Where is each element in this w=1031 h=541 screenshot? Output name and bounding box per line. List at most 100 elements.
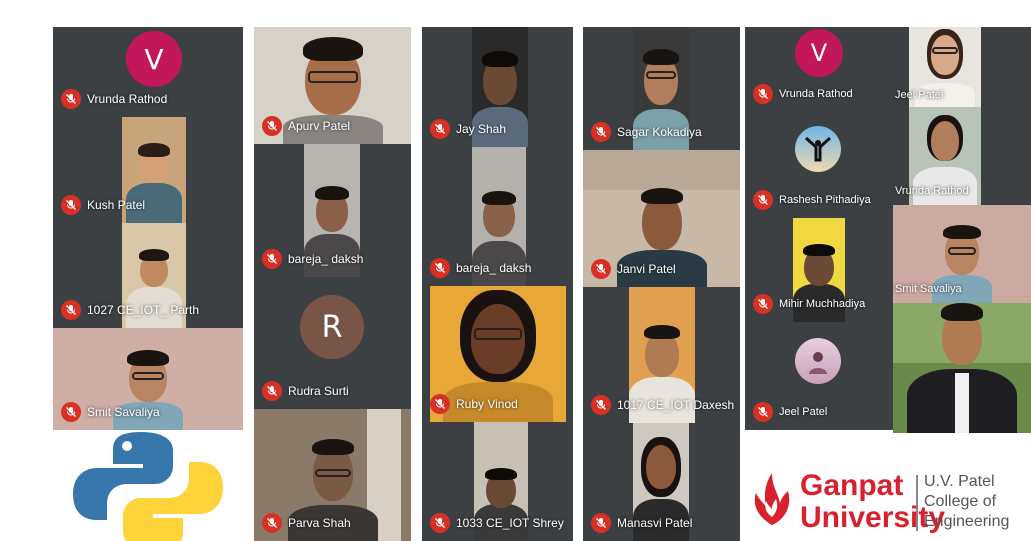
- college-name-line2: College of: [924, 493, 997, 510]
- participant-tile-jay-shah[interactable]: Jay Shah: [422, 27, 573, 147]
- participant-name: Jeel Patel: [779, 406, 828, 418]
- participant-label: Vrunda Rathod: [61, 89, 167, 109]
- participant-label: Kush Patel: [61, 195, 145, 215]
- participant-name: Sagar Kokadiya: [617, 125, 702, 139]
- participant-tile-rudra-surti[interactable]: R Rudra Surti: [254, 277, 411, 409]
- participant-label: Manasvi Patel: [591, 513, 692, 533]
- participant-name: Smit Savaliya: [87, 405, 160, 419]
- participant-tile-vrunda-rathod-2[interactable]: V Vrunda Rathod: [745, 27, 893, 112]
- participant-name: Smit Savaliya: [895, 283, 962, 295]
- participant-name: Apurv Patel: [288, 119, 351, 133]
- participant-name: bareja_ daksh: [288, 252, 364, 266]
- mic-off-icon: [262, 381, 282, 401]
- participant-tile-smit-savaliya[interactable]: Smit Savaliya: [53, 328, 243, 430]
- participant-tile-jeel-patel[interactable]: Jeel Patel: [745, 322, 893, 430]
- mic-off-icon: [753, 402, 773, 422]
- participant-label: 1033 CE_IOT Shrey: [430, 513, 564, 533]
- participant-tile-bareja-daksh-2[interactable]: bareja_ daksh: [422, 147, 573, 286]
- mic-off-icon: [753, 190, 773, 210]
- participant-name: Jay Shah: [456, 122, 507, 136]
- participant-tile-daxesh[interactable]: 1017 CE_IOT Daxesh: [583, 287, 740, 423]
- logo-divider: [916, 475, 918, 531]
- participant-name: Jeel Patel: [895, 89, 944, 101]
- university-logo: Ganpat University U.V. Patel College of …: [740, 433, 1031, 541]
- participant-tile-manasvi-patel[interactable]: Manasvi Patel: [583, 423, 740, 541]
- participant-tile-jeel-patel-2[interactable]: Jeel Patel: [893, 27, 1031, 107]
- mic-off-icon: [262, 513, 282, 533]
- mic-off-icon: [262, 116, 282, 136]
- participant-tile-janvi-patel[interactable]: Janvi Patel: [583, 150, 740, 287]
- participant-name: Vrunda Rathod: [779, 88, 853, 100]
- person-icon: [809, 352, 827, 374]
- profile-photo-silhouette: [795, 126, 841, 172]
- flame-logo-icon: [754, 473, 790, 525]
- python-logo: [53, 430, 243, 541]
- python-logo-icon: [73, 432, 223, 541]
- person-arms-up-icon: [804, 136, 832, 162]
- participant-tile-parva-shah[interactable]: Parva Shah: [254, 409, 411, 541]
- participant-label: Rashesh Pithadiya: [753, 190, 871, 210]
- college-name-line3: Engineering: [924, 513, 1010, 530]
- participant-label: Ruby Vinod: [430, 394, 518, 414]
- university-name-line1: Ganpat: [800, 469, 904, 502]
- mic-off-icon: [591, 122, 611, 142]
- participant-name: Vrunda Rathod: [895, 185, 969, 197]
- participant-tile-parth[interactable]: 1027 CE_IOT_ Parth: [53, 223, 243, 328]
- participant-name: Rashesh Pithadiya: [779, 194, 871, 206]
- mic-off-icon: [61, 89, 81, 109]
- participant-label: bareja_ daksh: [430, 258, 531, 278]
- participant-name: Parva Shah: [288, 516, 351, 530]
- mic-off-icon: [262, 249, 282, 269]
- participant-name: Janvi Patel: [617, 262, 676, 276]
- participant-name: Mihir Muchhadiya: [779, 298, 866, 310]
- participant-tile-bareja-daksh[interactable]: bareja_ daksh: [254, 144, 411, 277]
- participant-tile-sagar-kokadiya[interactable]: Sagar Kokadiya: [583, 27, 740, 150]
- mic-off-icon: [591, 259, 611, 279]
- participant-label: Apurv Patel: [262, 116, 350, 136]
- participant-label: bareja_ daksh: [262, 249, 363, 269]
- participant-tile-kush-patel[interactable]: Kush Patel: [53, 117, 243, 223]
- participant-name: Manasvi Patel: [617, 516, 693, 530]
- mic-off-icon: [61, 195, 81, 215]
- participant-label: Jeel Patel: [753, 402, 827, 422]
- participant-avatar: R: [300, 295, 364, 359]
- participant-tile-shrey[interactable]: 1033 CE_IOT Shrey: [422, 422, 573, 541]
- mic-off-icon: [430, 258, 450, 278]
- participant-tile-vrunda-rathod[interactable]: V Vrunda Rathod: [53, 27, 243, 117]
- participant-label: Smit Savaliya: [61, 402, 160, 422]
- participant-label: Mihir Muchhadiya: [753, 294, 865, 314]
- participant-label: 1017 CE_IOT Daxesh: [591, 395, 734, 415]
- participant-tile-mihir-muchhadiya[interactable]: Mihir Muchhadiya: [745, 218, 893, 322]
- mic-off-icon: [430, 119, 450, 139]
- mic-off-icon: [591, 513, 611, 533]
- participant-name: Rudra Surti: [288, 384, 349, 398]
- participant-tile-rashesh-pithadiya[interactable]: Rashesh Pithadiya: [745, 112, 893, 218]
- profile-photo: [795, 338, 841, 384]
- mic-off-icon: [753, 84, 773, 104]
- participant-name: 1027 CE_IOT_ Parth: [87, 303, 200, 317]
- participant-label: Sagar Kokadiya: [591, 122, 702, 142]
- mic-off-icon: [430, 513, 450, 533]
- participant-label: Janvi Patel: [591, 259, 676, 279]
- participant-avatar: V: [795, 29, 843, 77]
- participant-label: Parva Shah: [262, 513, 351, 533]
- mic-off-icon: [753, 294, 773, 314]
- participant-tile-apurv-patel[interactable]: Apurv Patel: [254, 27, 411, 144]
- mic-off-icon: [430, 394, 450, 414]
- participant-name: Ruby Vinod: [456, 397, 518, 411]
- participant-tile-vrunda-rathod-3[interactable]: Vrunda Rathod: [893, 107, 1031, 205]
- participant-name: 1017 CE_IOT Daxesh: [617, 398, 735, 412]
- video-feed: [893, 303, 1031, 433]
- participant-label: Vrunda Rathod: [753, 84, 853, 104]
- participant-tile-profile-suit[interactable]: [893, 303, 1031, 433]
- participant-name: Kush Patel: [87, 198, 146, 212]
- mic-off-icon: [591, 395, 611, 415]
- mic-off-icon: [61, 402, 81, 422]
- participant-name: Vrunda Rathod: [87, 92, 168, 106]
- mic-off-icon: [61, 300, 81, 320]
- college-name-line1: U.V. Patel: [924, 473, 995, 490]
- participant-tile-smit-savaliya-2[interactable]: Smit Savaliya: [893, 205, 1031, 303]
- participant-tile-ruby-vinod[interactable]: Ruby Vinod: [422, 286, 573, 422]
- participant-label: Jay Shah: [430, 119, 506, 139]
- participant-label: 1027 CE_IOT_ Parth: [61, 300, 199, 320]
